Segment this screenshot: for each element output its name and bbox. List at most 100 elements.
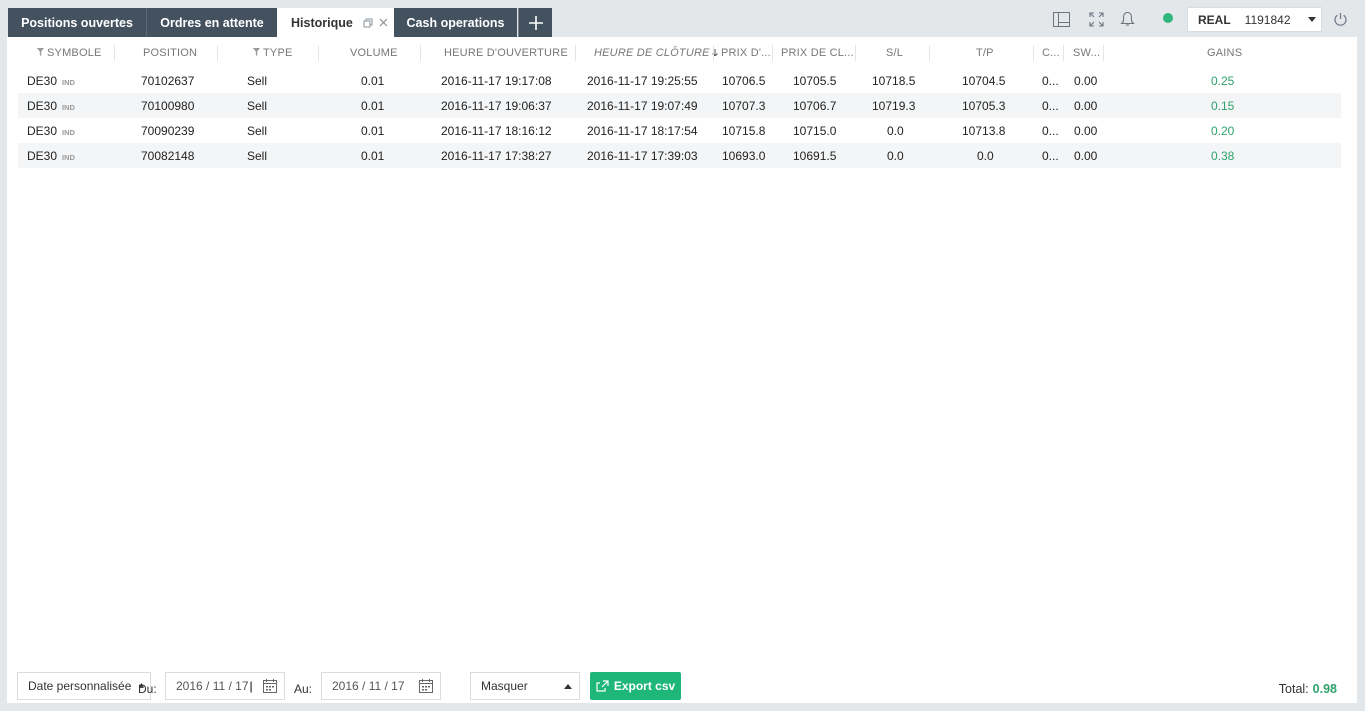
column-header-commission[interactable]: C... [1042,47,1060,59]
hide-filter-select[interactable]: Masquer [470,672,580,700]
cell-volume: 0.01 [361,74,385,88]
fullscreen-icon[interactable] [1087,10,1105,28]
cell-tp: 0.0 [977,149,994,163]
column-divider[interactable] [772,45,773,61]
cell-sl: 10719.3 [872,99,916,113]
cell-close-price: 10705.5 [793,74,837,88]
cell-position: 70090239 [141,124,195,138]
column-divider[interactable] [1063,45,1064,61]
to-date-value: 2016 / 11 / 17 [332,679,405,693]
tab-historique[interactable]: Historique [277,8,394,37]
calendar-icon[interactable] [263,679,277,693]
column-header-sl[interactable]: S/L [886,47,903,59]
column-divider[interactable] [713,45,714,61]
column-header-volume[interactable]: VOLUME [350,47,398,59]
cell-tp: 10713.8 [962,124,1006,138]
cell-open-price: 10693.0 [722,149,766,163]
cell-gain: 0.25 [1211,74,1235,88]
layout-icon[interactable] [1052,10,1070,28]
cell-open-price: 10707.3 [722,99,766,113]
table-row[interactable]: DE30 IND 70090239 Sell 0.01 2016-11-17 18… [18,118,1341,143]
tab-label: Positions ouvertes [21,15,133,30]
cell-position: 70100980 [141,99,195,113]
date-preset-value: Date personnalisée [28,679,132,693]
cell-gain: 0.20 [1211,124,1235,138]
connection-status-icon [1163,13,1173,23]
instrument-tag: IND [62,78,75,87]
column-header-position[interactable]: POSITION [143,47,197,59]
to-date-input[interactable]: 2016 / 11 / 17 [321,672,441,700]
cell-sl: 0.0 [887,149,904,163]
column-header-close-price[interactable]: PRIX DE CL... [781,47,854,59]
tab-ordres-en-attente[interactable]: Ordres en attente [147,8,277,37]
filter-icon[interactable] [253,48,260,56]
column-divider[interactable] [1103,45,1104,61]
cell-open-time: 2016-11-17 18:16:12 [441,124,552,138]
column-header-swap[interactable]: SW... [1073,47,1100,59]
account-selector[interactable]: REAL 1191842 [1187,7,1322,32]
table-row[interactable]: DE30 IND 70100980 Sell 0.01 2016-11-17 19… [18,93,1341,118]
cell-type: Sell [247,124,268,138]
tab-cash-operations[interactable]: Cash operations [394,8,517,37]
cell-open-time: 2016-11-17 19:06:37 [441,99,552,113]
column-header-type[interactable]: TYPE [253,47,293,59]
cell-commission: 0... [1042,74,1059,88]
tab-label: Cash operations [406,15,505,30]
cell-gain: 0.15 [1211,99,1235,113]
add-tab-button[interactable] [518,8,552,37]
column-divider[interactable] [855,45,856,61]
from-date-label: Du: [138,682,157,696]
from-date-input[interactable]: 2016 / 11 / 17 | [165,672,285,700]
total-value: 0.98 [1312,682,1337,696]
cell-sl: 10718.5 [872,74,916,88]
cell-close-time: 2016-11-17 19:25:55 [587,74,698,88]
total-label: Total: [1278,682,1309,696]
power-icon[interactable] [1331,10,1349,28]
date-preset-select[interactable]: Date personnalisée ▴ [17,672,151,700]
plus-icon [528,15,543,30]
export-csv-label: Export csv [613,679,676,693]
column-divider[interactable] [217,45,218,61]
cell-volume: 0.01 [361,124,385,138]
column-header-open-time[interactable]: HEURE D'OUVERTURE [444,47,568,59]
column-header-close-time[interactable]: HEURE DE CLÔTURE [594,47,718,59]
from-date-value: 2016 / 11 / 17 [176,679,249,693]
instrument-tag: IND [62,128,75,137]
column-header-symbol[interactable]: SYMBOLE [37,47,102,59]
column-header-open-price[interactable]: PRIX D'... [721,47,771,59]
close-icon[interactable] [379,18,388,27]
table-row[interactable]: DE30 IND 70082148 Sell 0.01 2016-11-17 17… [18,143,1341,168]
tab-positions-ouvertes[interactable]: Positions ouvertes [8,8,146,37]
cell-open-time: 2016-11-17 19:17:08 [441,74,552,88]
chevron-down-icon [1308,17,1316,22]
column-header-tp[interactable]: T/P [976,47,994,59]
cell-open-price: 10706.5 [722,74,766,88]
column-divider[interactable] [318,45,319,61]
cell-type: Sell [247,74,268,88]
cell-open-time: 2016-11-17 17:38:27 [441,149,552,163]
calendar-icon[interactable] [419,679,433,693]
filter-icon[interactable] [37,48,44,56]
column-divider[interactable] [575,45,576,61]
cell-commission: 0... [1042,124,1059,138]
cell-swap: 0.00 [1074,74,1098,88]
export-icon [596,680,609,692]
export-csv-button[interactable]: Export csv [590,672,681,700]
hide-filter-value: Masquer [481,679,528,693]
column-divider[interactable] [114,45,115,61]
cell-close-time: 2016-11-17 17:39:03 [587,149,698,163]
cell-close-price: 10691.5 [793,149,837,163]
table-row[interactable]: DE30 IND 70102637 Sell 0.01 2016-11-17 19… [18,68,1341,93]
cell-gain: 0.38 [1211,149,1235,163]
table-header: SYMBOLE POSITION TYPE VOLUME HEURE D'OUV… [7,37,1357,70]
column-divider[interactable] [929,45,930,61]
column-divider[interactable] [1033,45,1034,61]
column-divider[interactable] [420,45,421,61]
column-header-gains[interactable]: GAINS [1207,47,1242,59]
popout-icon[interactable] [363,18,373,28]
cell-position: 70082148 [141,149,195,163]
cell-sl: 0.0 [887,124,904,138]
account-number: 1191842 [1244,12,1291,27]
bell-icon[interactable] [1118,10,1136,28]
cell-close-time: 2016-11-17 19:07:49 [587,99,698,113]
